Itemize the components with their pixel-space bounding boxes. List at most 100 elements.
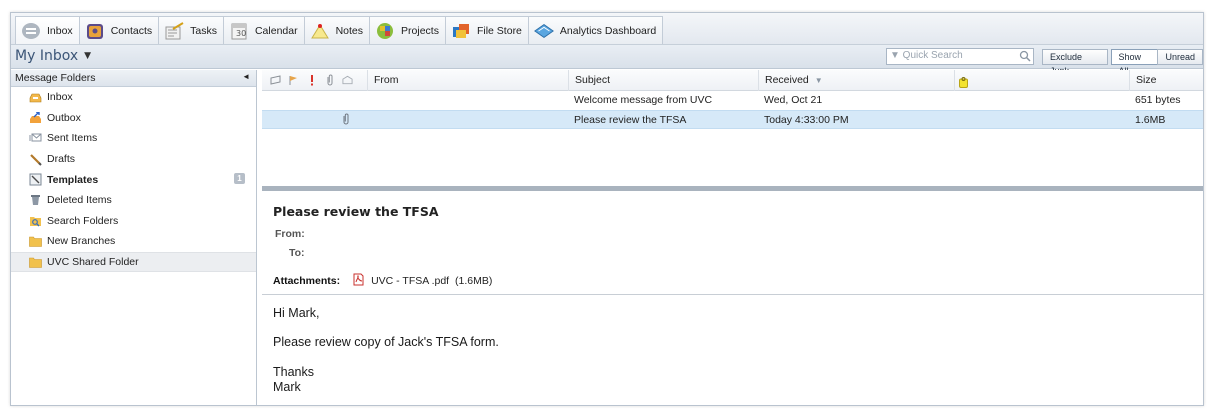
column-label: Subject — [575, 74, 611, 86]
sticky-note-icon — [309, 20, 331, 42]
sidebar-item-label: Deleted Items — [47, 194, 112, 207]
folder-icon — [29, 256, 42, 269]
message-closing: Thanks — [273, 365, 314, 379]
table-row[interactable]: Welcome message from UVC Wed, Oct 21 651… — [262, 91, 1203, 110]
sidebar-item-label: UVC Shared Folder — [47, 256, 139, 269]
quick-search-input[interactable]: ▼ Quick Search — [886, 48, 1034, 65]
sidebar-item-drafts[interactable]: Drafts — [11, 149, 256, 170]
tab-label: Notes — [335, 24, 364, 37]
tab-projects[interactable]: Projects — [369, 16, 446, 44]
sidebar-item-outbox[interactable]: Outbox — [11, 108, 256, 129]
exclude-junk-button[interactable]: Exclude Junk — [1042, 49, 1108, 76]
show-all-button[interactable]: Show All — [1110, 49, 1159, 76]
sidebar-item-label: Search Folders — [47, 214, 119, 227]
attachment-filename: UVC - TFSA .pdf — [371, 275, 450, 287]
column-size[interactable]: Size — [1129, 70, 1203, 91]
template-icon — [29, 173, 42, 186]
tab-notes[interactable]: Notes — [303, 16, 371, 44]
sort-descending-icon: ▼ — [814, 76, 823, 85]
row-received: Wed, Oct 21 — [764, 94, 823, 106]
sidebar-item-label: Outbox — [47, 111, 81, 124]
message-list: From Subject Received ▼ Size Welcome mes… — [262, 70, 1203, 186]
tab-label: Analytics Dashboard — [559, 24, 657, 37]
attachment-icon — [342, 113, 350, 128]
sidebar-item-deleted-items[interactable]: Deleted Items — [11, 190, 256, 211]
sidebar-item-sent-items[interactable]: Sent Items — [11, 128, 256, 149]
tab-contacts[interactable]: Contacts — [78, 16, 160, 44]
attachments-label: Attachments: — [273, 275, 341, 287]
sidebar-item-label: Templates — [47, 173, 99, 186]
folder-sidebar: Message Folders ◄ Inbox Outbox Sent Item… — [11, 70, 257, 405]
unread-button[interactable]: Unread — [1157, 49, 1203, 65]
analytics-diamond-icon — [533, 20, 555, 42]
table-row[interactable]: Please review the TFSA Today 4:33:00 PM … — [262, 110, 1203, 129]
tab-label: Projects — [401, 24, 439, 37]
row-size: 651 bytes — [1135, 94, 1181, 106]
attachment-column-icon[interactable] — [324, 74, 335, 86]
inbox-header: My Inbox ▼ ▼ Quick Search Exclude Junk S… — [11, 45, 1203, 76]
read-status-column-icon[interactable] — [342, 74, 353, 86]
sidebar-item-label: Sent Items — [47, 132, 98, 145]
contacts-book-icon — [84, 20, 106, 42]
message-filter-group: Exclude Junk Show All Unread — [1042, 49, 1203, 76]
tab-file-store[interactable]: File Store — [444, 16, 529, 44]
svg-text:30: 30 — [236, 29, 246, 38]
calendar-icon: 30 — [228, 20, 250, 42]
tab-label: Contacts — [110, 24, 153, 37]
unread-count-badge: 1 — [234, 173, 245, 185]
search-icon[interactable] — [1019, 50, 1031, 62]
message-type-column-icon[interactable] — [270, 74, 281, 86]
column-from[interactable]: From — [367, 70, 558, 91]
column-label: From — [374, 74, 399, 86]
message-list-header: From Subject Received ▼ Size — [262, 70, 1203, 91]
inbox-tray-icon — [20, 20, 42, 42]
tab-tasks[interactable]: Tasks — [158, 16, 224, 44]
row-size: 1.6MB — [1135, 114, 1166, 126]
sidebar-item-label: Drafts — [47, 153, 76, 166]
tab-label: File Store — [476, 24, 522, 37]
to-label: To: — [289, 247, 305, 259]
tab-label: Calendar — [254, 24, 298, 37]
tasks-clipboard-icon — [163, 20, 185, 42]
message-body: Please review copy of Jack's TFSA form. — [273, 335, 499, 349]
column-label: Received — [765, 74, 809, 86]
tab-calendar[interactable]: 30 Calendar — [222, 16, 305, 44]
page-title: My Inbox — [15, 48, 79, 64]
folder-title-dropdown[interactable]: My Inbox ▼ — [15, 48, 91, 64]
message-signature: Mark — [273, 380, 301, 394]
sidebar-item-inbox[interactable]: Inbox — [11, 87, 256, 108]
tab-inbox[interactable]: Inbox — [15, 16, 80, 44]
outbox-icon — [29, 111, 42, 124]
collapse-left-icon[interactable]: ◄ — [242, 72, 250, 81]
file-store-folders-icon — [450, 20, 472, 42]
sidebar-item-label: New Branches — [47, 235, 116, 248]
pdf-file-icon — [352, 273, 365, 289]
attachments-row: Attachments: UVC - TFSA .pdf (1.6MB) — [273, 273, 492, 289]
priority-column-icon[interactable] — [306, 74, 317, 86]
search-folder-icon — [29, 214, 42, 227]
tab-analytics-dashboard[interactable]: Analytics Dashboard — [527, 16, 664, 44]
projects-puzzle-icon — [374, 20, 396, 42]
message-subject: Please review the TFSA — [273, 204, 439, 219]
pencil-icon — [29, 153, 42, 166]
column-tag[interactable] — [954, 70, 1129, 91]
column-subject[interactable]: Subject — [568, 70, 758, 91]
sidebar-header: Message Folders ◄ — [11, 70, 256, 87]
trash-icon — [29, 194, 42, 207]
flag-column-icon[interactable] — [288, 74, 299, 86]
attachment-link[interactable]: UVC - TFSA .pdf (1.6MB) — [371, 275, 492, 287]
sidebar-item-search-folders[interactable]: Search Folders — [11, 211, 256, 232]
sent-envelope-icon — [29, 132, 42, 145]
row-subject: Welcome message from UVC — [574, 94, 713, 106]
row-subject: Please review the TFSA — [574, 114, 687, 126]
module-tab-bar: Inbox Contacts Tasks 30 Calendar Notes P… — [11, 13, 1203, 45]
sidebar-item-uvc-shared-folder[interactable]: UVC Shared Folder — [11, 251, 256, 273]
message-greeting: Hi Mark, — [273, 306, 320, 320]
tab-label: Inbox — [47, 24, 73, 37]
sidebar-item-new-branches[interactable]: New Branches — [11, 231, 256, 252]
column-received[interactable]: Received ▼ — [758, 70, 954, 91]
row-received: Today 4:33:00 PM — [764, 114, 849, 126]
column-icon-group — [270, 74, 353, 86]
sidebar-item-templates[interactable]: Templates 1 — [11, 169, 256, 190]
app-window: Inbox Contacts Tasks 30 Calendar Notes P… — [10, 12, 1204, 406]
